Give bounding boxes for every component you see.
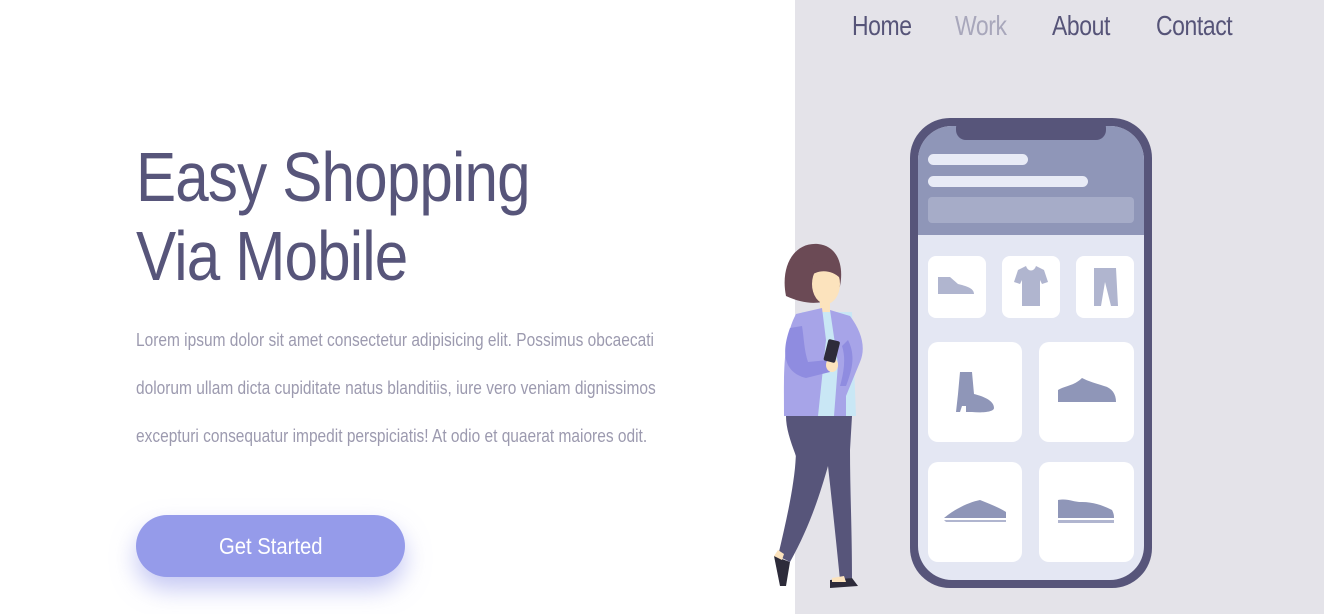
woman-illustration xyxy=(774,243,863,588)
get-started-label: Get Started xyxy=(218,532,323,559)
phone-illustration xyxy=(910,118,1152,588)
nav-contact-link[interactable]: Contact xyxy=(1156,10,1233,42)
shopping-illustration xyxy=(774,118,1152,588)
nav-work-link[interactable]: Work xyxy=(955,10,1007,42)
hero-title: Easy Shopping Via Mobile xyxy=(136,138,531,295)
hero-description: Lorem ipsum dolor sit amet consectetur a… xyxy=(136,330,656,446)
get-started-button[interactable]: Get Started xyxy=(136,515,405,577)
nav-home-link[interactable]: Home xyxy=(852,10,912,42)
nav-about-link[interactable]: About xyxy=(1052,10,1110,42)
